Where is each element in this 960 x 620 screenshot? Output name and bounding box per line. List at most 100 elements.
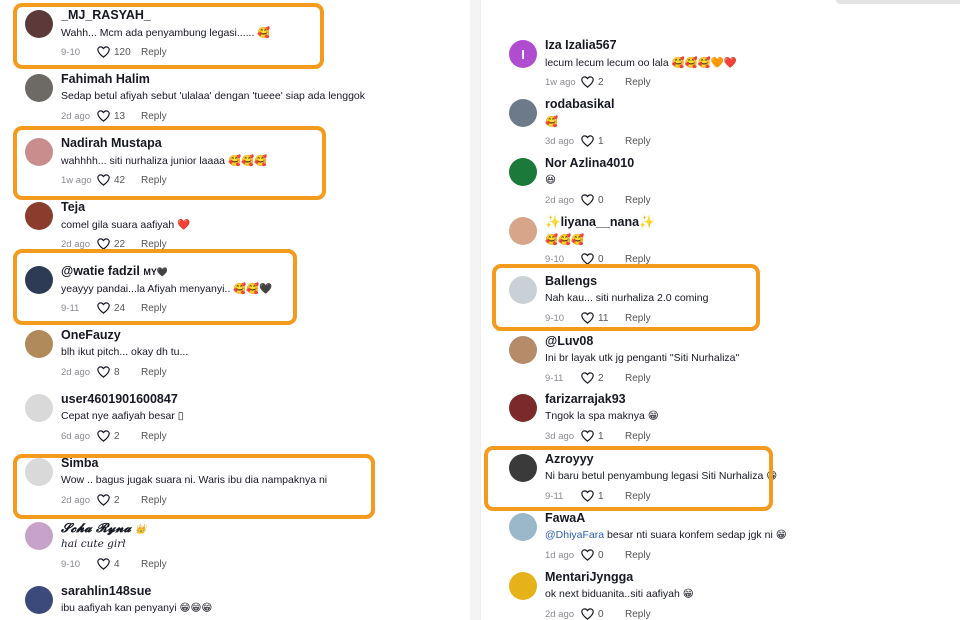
reply-button[interactable]: Reply xyxy=(141,559,167,570)
like-button[interactable]: 1 xyxy=(581,490,625,502)
comment-item: OneFauzy blh ikut pitch... okay dh tu... 2… xyxy=(25,328,445,388)
comment-username[interactable]: MentariJyngga xyxy=(545,570,633,584)
reply-button[interactable]: Reply xyxy=(625,491,651,502)
avatar[interactable] xyxy=(509,158,537,186)
heart-icon xyxy=(97,302,110,314)
comment-username[interactable]: sarahlin148sue xyxy=(61,584,151,598)
avatar[interactable] xyxy=(25,330,53,358)
comment-item: Azroyyy Ni baru betul penyambung legasi S… xyxy=(509,452,929,512)
like-button[interactable]: 120 xyxy=(97,46,141,58)
comment-username[interactable]: Nor Azlina4010 xyxy=(545,156,634,170)
avatar[interactable] xyxy=(509,572,537,600)
avatar[interactable] xyxy=(509,99,537,127)
reply-button[interactable]: Reply xyxy=(141,367,167,378)
comment-username[interactable]: ✨liyana__nana✨ xyxy=(545,215,655,230)
comment-text: hai cute girl xyxy=(61,538,126,550)
comment-text: ibu aafiyah kan penyanyi 😁😁😁 xyxy=(61,602,213,614)
reply-button[interactable]: Reply xyxy=(141,495,167,506)
comment-username[interactable]: rodabasikal xyxy=(545,97,614,111)
avatar[interactable] xyxy=(25,10,53,38)
avatar[interactable] xyxy=(25,202,53,230)
like-button[interactable]: 2 xyxy=(581,76,625,88)
avatar[interactable] xyxy=(509,454,537,482)
avatar[interactable] xyxy=(509,276,537,304)
like-button[interactable]: 11 xyxy=(581,312,625,324)
heart-icon xyxy=(581,76,594,88)
reply-button[interactable]: Reply xyxy=(625,550,651,561)
reply-button[interactable]: Reply xyxy=(625,195,651,206)
like-button[interactable]: 0 xyxy=(581,194,625,206)
like-button[interactable]: 0 xyxy=(581,253,625,265)
comment-date: 9-11 xyxy=(61,302,80,314)
comment-username[interactable]: Teja xyxy=(61,200,85,214)
comment-username[interactable]: _MJ_RASYAH_ xyxy=(61,8,151,22)
avatar[interactable] xyxy=(25,522,53,550)
avatar[interactable] xyxy=(25,458,53,486)
comment-username[interactable]: Simba xyxy=(61,456,99,470)
reply-button[interactable]: Reply xyxy=(625,373,651,384)
comment-username[interactable]: Azroyyy xyxy=(545,452,594,466)
like-button[interactable]: 2 xyxy=(97,430,141,442)
like-button[interactable]: 0 xyxy=(581,549,625,561)
reply-button[interactable]: Reply xyxy=(625,254,651,265)
mention-link[interactable]: @DhiyaFara xyxy=(545,529,604,541)
like-button[interactable]: 2 xyxy=(97,494,141,506)
reply-button[interactable]: Reply xyxy=(141,239,167,250)
heart-icon xyxy=(97,558,110,570)
comment-text: Ini br layak utk jg penganti "Siti Nurha… xyxy=(545,352,740,364)
like-button[interactable]: 22 xyxy=(97,238,141,250)
avatar[interactable] xyxy=(25,586,53,614)
avatar[interactable] xyxy=(509,217,537,245)
reply-button[interactable]: Reply xyxy=(625,431,651,442)
reply-button[interactable]: Reply xyxy=(625,313,651,324)
comment-text: Wahh... Mcm ada penyambung legasi...... … xyxy=(61,27,271,39)
avatar[interactable] xyxy=(25,74,53,102)
reply-button[interactable]: Reply xyxy=(625,136,651,147)
reply-button[interactable]: Reply xyxy=(141,175,167,186)
like-button[interactable]: 4 xyxy=(97,558,141,570)
comment-username[interactable]: user4601901600847 xyxy=(61,392,178,406)
like-button[interactable]: 0 xyxy=(581,608,625,620)
reply-button[interactable]: Reply xyxy=(141,47,167,58)
comment-meta: 9-10 11 Reply xyxy=(545,312,651,324)
comment-username[interactable]: Fahimah Halim xyxy=(61,72,150,86)
like-button[interactable]: 8 xyxy=(97,366,141,378)
reply-button[interactable]: Reply xyxy=(625,609,651,620)
like-button[interactable]: 24 xyxy=(97,302,141,314)
comment-item: FawaA @DhiyaFara besar nti suara konfem s… xyxy=(509,511,929,571)
avatar[interactable]: I xyxy=(509,40,537,68)
reply-button[interactable]: Reply xyxy=(141,111,167,122)
avatar[interactable] xyxy=(25,138,53,166)
comment-username[interactable]: Nadirah Mustapa xyxy=(61,136,162,150)
comment-username[interactable]: Ballengs xyxy=(545,274,597,288)
comment-username[interactable]: Iza Izalia567 xyxy=(545,38,617,52)
like-count: 2 xyxy=(598,76,604,88)
reply-button[interactable]: Reply xyxy=(141,431,167,442)
comment-meta: 9-11 1 Reply xyxy=(545,490,651,502)
avatar[interactable] xyxy=(25,266,53,294)
like-button[interactable]: 42 xyxy=(97,174,141,186)
like-button[interactable]: 1 xyxy=(581,135,625,147)
comment-username[interactable]: @Luv08 xyxy=(545,334,593,348)
avatar[interactable] xyxy=(509,394,537,422)
comment-username[interactable]: FawaA xyxy=(545,511,585,525)
avatar[interactable] xyxy=(25,394,53,422)
comment-username[interactable]: 𝓢𝓬𝓱𝓪 𝓡𝔂𝓷𝓪 👑 xyxy=(61,520,147,536)
like-button[interactable]: 1 xyxy=(581,430,625,442)
like-button[interactable]: 13 xyxy=(97,110,141,122)
emoji: 😁 xyxy=(775,529,787,541)
reply-button[interactable]: Reply xyxy=(625,77,651,88)
avatar[interactable] xyxy=(509,336,537,364)
comment-username[interactable]: OneFauzy xyxy=(61,328,121,342)
comment-meta: 9-10 120 Reply xyxy=(61,46,167,58)
comment-text: 🥰🥰🥰 xyxy=(545,233,584,246)
comment-item: rodabasikal 🥰 3d ago 1 Reply xyxy=(509,97,929,157)
comment-username[interactable]: farizarrajak93 xyxy=(545,392,626,406)
comment-item: @Luv08 Ini br layak utk jg penganti "Siti… xyxy=(509,334,929,394)
like-count: 2 xyxy=(114,494,120,506)
like-button[interactable]: 2 xyxy=(581,372,625,384)
avatar[interactable] xyxy=(509,513,537,541)
comment-username[interactable]: @watie fadzil MY🖤 xyxy=(61,264,168,278)
reply-button[interactable]: Reply xyxy=(141,303,167,314)
emoji: 😁 xyxy=(766,470,778,482)
